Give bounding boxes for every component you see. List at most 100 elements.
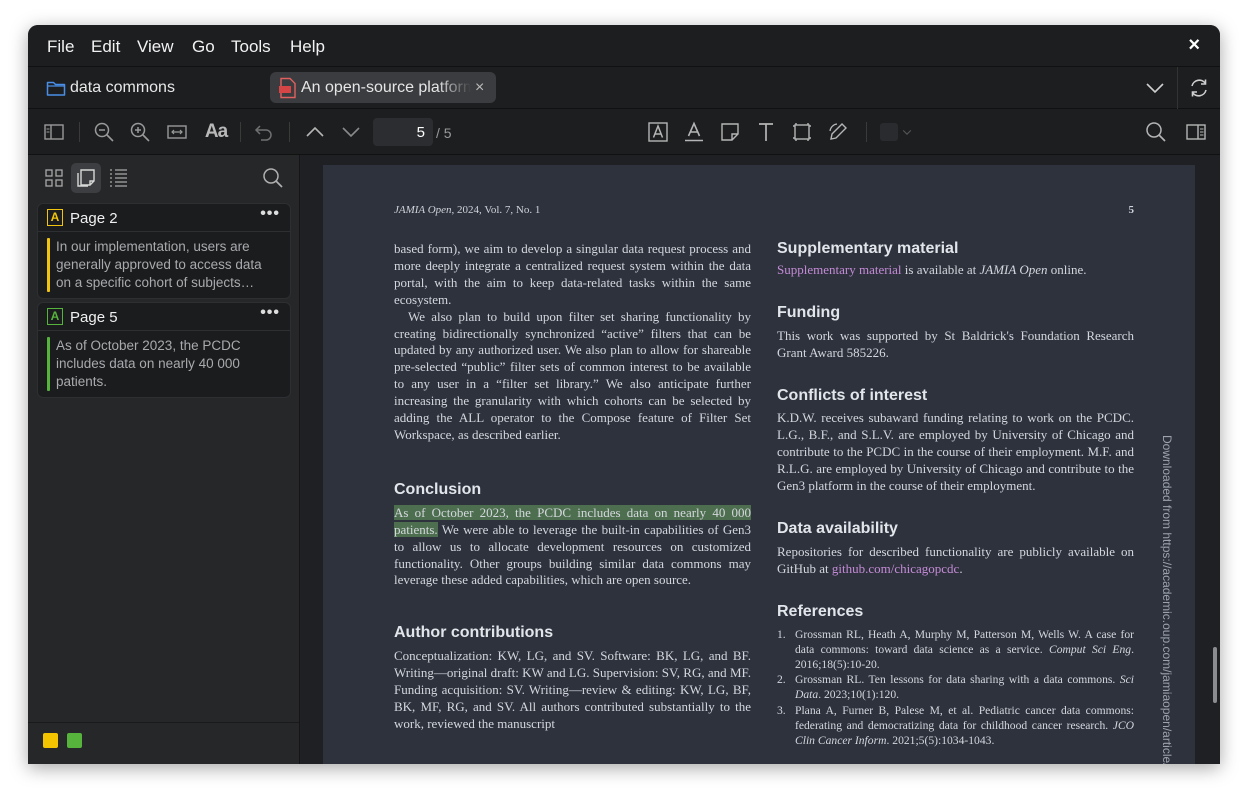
sidebar-footer (28, 722, 299, 764)
section-heading-funding: Funding (777, 303, 841, 321)
outline-view-button[interactable] (103, 163, 133, 193)
menu-file[interactable]: File (47, 37, 74, 57)
chevron-down-icon (1146, 83, 1164, 94)
text-tool[interactable] (754, 120, 778, 144)
search-icon (263, 168, 283, 188)
chevron-down-icon (902, 129, 912, 135)
highlight-annotation-icon: A (47, 209, 63, 226)
paragraph: We also plan to build upon filter set sh… (394, 308, 751, 442)
paragraph: Supplementary material is available at J… (777, 261, 1087, 277)
window-close-button[interactable]: × (1188, 34, 1200, 57)
sidebar-toolbar (28, 155, 299, 201)
paragraph: based form), we aim to develop a singula… (394, 241, 751, 307)
chevron-up-icon (306, 126, 324, 137)
reference-item: 1. Grossman RL, Heath A, Murphy M, Patter… (777, 627, 1135, 671)
annotation-page-label: Page 5 (70, 309, 118, 326)
document-viewport[interactable]: JAMIA Open, 2024, Vol. 7, No. 1 5 based … (301, 155, 1220, 764)
annotation-header: A Page 2 ••• (38, 204, 290, 232)
annotation-body: As of October 2023, the PCDC includes da… (38, 331, 290, 397)
section-heading-supplementary: Supplementary material (777, 240, 959, 257)
area-select-tool[interactable] (790, 120, 814, 144)
paragraph: Repositories for described functionality… (777, 543, 1134, 576)
pdf-file-icon (279, 77, 296, 98)
supplementary-link[interactable]: Supplementary material (777, 262, 902, 277)
menu-view[interactable]: View (137, 37, 174, 57)
running-head: JAMIA Open, 2024, Vol. 7, No. 1 (394, 204, 541, 216)
underline-icon (685, 121, 703, 142)
sidebar-toggle-icon (44, 124, 64, 140)
undo-icon (254, 125, 272, 141)
tab-document[interactable]: An open-source platform × (270, 72, 496, 103)
list-icon (110, 169, 127, 187)
highlight-text-tool[interactable] (646, 120, 670, 144)
menu-help[interactable]: Help (290, 37, 325, 57)
page-total-label: / 5 (436, 125, 452, 141)
annotation-more-button[interactable]: ••• (260, 304, 280, 322)
github-link[interactable]: github.com/chicagopcdc (832, 561, 959, 576)
references-list: 1. Grossman RL, Heath A, Murphy M, Patter… (777, 627, 1134, 749)
toggle-right-panel-button[interactable] (1184, 120, 1208, 144)
tab-folder-label: data commons (70, 79, 175, 96)
annotation-text: In our implementation, users are general… (56, 239, 262, 290)
vertical-scrollbar[interactable] (1213, 647, 1217, 703)
yellow-color-filter[interactable] (43, 733, 58, 748)
tab-close-button[interactable]: × (475, 79, 484, 97)
sticky-note-icon (721, 123, 739, 141)
paragraph: This work was supported by St Baldrick's… (777, 327, 1134, 360)
folder-icon (46, 81, 66, 96)
fit-width-button[interactable] (165, 120, 189, 144)
zoom-in-button[interactable] (128, 120, 152, 144)
tab-list-button[interactable] (1140, 67, 1170, 109)
thumbnails-view-button[interactable] (39, 163, 69, 193)
note-tool[interactable] (718, 120, 742, 144)
zoom-in-icon (130, 122, 150, 142)
download-watermark: Downloaded from https://academic.oup.com… (1160, 435, 1174, 764)
menu-edit[interactable]: Edit (91, 37, 120, 57)
section-heading-author-contributions: Author contributions (394, 624, 554, 642)
tab-bar: data commons An open-source platform × (28, 67, 1220, 109)
text-icon (759, 123, 773, 141)
search-button[interactable] (1144, 120, 1168, 144)
annotation-card[interactable]: A Page 2 ••• In our implementation, user… (37, 203, 291, 299)
zoom-out-button[interactable] (92, 120, 116, 144)
pdf-page: JAMIA Open, 2024, Vol. 7, No. 1 5 based … (323, 165, 1195, 764)
page-number: 5 (1128, 204, 1135, 216)
annotation-body: In our implementation, users are general… (38, 232, 290, 298)
toolbar: Aa 5 / 5 (28, 109, 1220, 155)
annotations-view-button[interactable] (71, 163, 101, 193)
highlight-annotation-icon: A (47, 308, 63, 325)
draw-tool[interactable] (826, 120, 850, 144)
text-size-button[interactable]: Aa (201, 120, 231, 144)
annotation-color-picker[interactable] (880, 123, 898, 141)
menubar: File Edit View Go Tools Help × (28, 25, 1220, 67)
annotation-more-button[interactable]: ••• (260, 205, 280, 223)
previous-page-button[interactable] (303, 120, 327, 144)
right-panel-icon (1186, 124, 1206, 140)
section-heading-references: References (777, 602, 864, 620)
conclusion-paragraph: As of October 2023, the PCDC includes da… (394, 504, 751, 588)
menu-go[interactable]: Go (192, 37, 215, 57)
reference-item: 3. Plana A, Furner B, Palese M, et al. Pe… (777, 703, 1134, 748)
highlight-icon (648, 122, 668, 142)
color-dropdown-button[interactable] (900, 120, 914, 144)
grid-icon (45, 169, 63, 187)
right-column: Supplementary material Supplementary mat… (777, 240, 1134, 749)
page-number-input[interactable]: 5 (373, 118, 433, 146)
left-column: based form), we aim to develop a singula… (394, 241, 751, 733)
sync-button[interactable] (1184, 67, 1214, 109)
annotation-page-label: Page 2 (70, 210, 118, 227)
menu-tools[interactable]: Tools (231, 37, 271, 57)
app-window: File Edit View Go Tools Help × data comm… (28, 25, 1220, 764)
annotation-color-bar (47, 337, 50, 391)
toggle-sidebar-button[interactable] (42, 120, 66, 144)
chevron-down-icon (342, 127, 360, 138)
tab-folder-data-commons[interactable]: data commons (46, 77, 175, 99)
pencil-shape-icon (829, 123, 847, 140)
undo-button[interactable] (252, 120, 276, 144)
next-page-button[interactable] (339, 120, 363, 144)
green-color-filter[interactable] (67, 733, 82, 748)
sidebar-search-button[interactable] (258, 163, 288, 193)
annotation-card[interactable]: A Page 5 ••• As of October 2023, the PCD… (37, 302, 291, 398)
paragraph: Conceptualization: KW, LG, and SV. Softw… (394, 648, 751, 731)
underline-tool[interactable] (682, 120, 706, 144)
